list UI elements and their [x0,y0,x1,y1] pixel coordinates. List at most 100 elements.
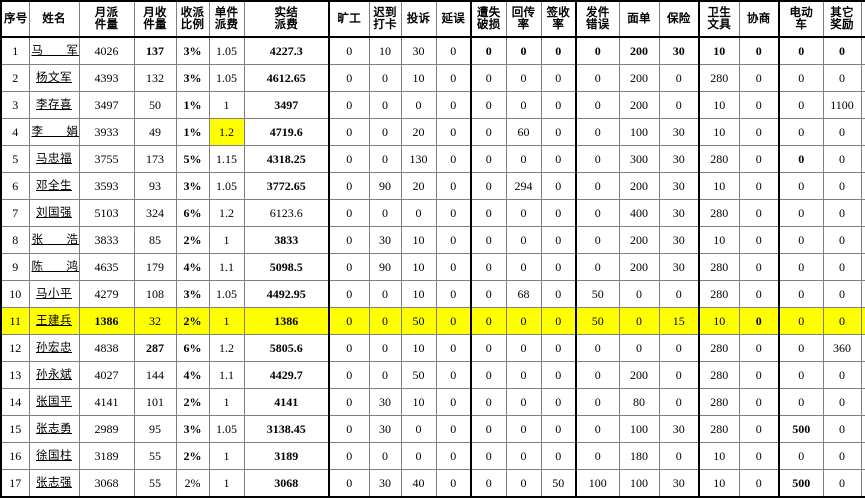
cell-lost[interactable]: 0 [470,145,507,173]
cell-mrecv[interactable]: 85 [133,226,177,254]
cell-mdeliv[interactable]: 4393 [78,64,135,92]
cell-hygiene[interactable]: 280 [698,361,740,389]
column-header-mdeliv[interactable]: 月派 件量 [78,0,135,38]
cell-late[interactable]: 10 [368,36,402,65]
row-index-cell[interactable]: 5 [0,145,30,173]
cell-absent[interactable]: 0 [328,118,370,146]
cell-return[interactable]: 0 [505,415,542,443]
row-index-cell[interactable]: 13 [0,361,30,389]
cell-cod[interactable]: 0 [860,469,865,498]
cell-hygiene[interactable]: 280 [698,334,740,362]
cell-ebike[interactable]: 0 [778,334,824,362]
cell-complain[interactable]: 10 [400,253,437,281]
cell-ebike[interactable]: 0 [778,388,824,416]
cell-unit[interactable]: 1 [208,91,245,119]
cell-late[interactable]: 0 [368,334,402,362]
cell-bill[interactable]: 100 [618,415,660,443]
table-row[interactable]: 2 杨文军 4393 132 3% 1.05 4612.65 0 0 10 0 0 0 0 0 200 0 280… [0,64,865,92]
cell-ebike[interactable]: 0 [778,307,824,335]
cell-complain[interactable]: 0 [400,442,437,470]
cell-late[interactable]: 30 [368,415,402,443]
employee-name-cell[interactable]: 张志勇 [28,415,80,443]
cell-sign[interactable]: 0 [540,361,577,389]
cell-delay[interactable]: 0 [435,253,472,281]
cell-delay[interactable]: 0 [435,199,472,227]
cell-bonus[interactable]: 0 [822,36,862,65]
cell-delay[interactable]: 0 [435,307,472,335]
cell-error[interactable]: 0 [575,91,620,119]
cell-unit[interactable]: 1.2 [208,334,245,362]
cell-insure[interactable]: 0 [658,388,700,416]
cell-error[interactable]: 0 [575,36,620,65]
cell-sign[interactable]: 0 [540,253,577,281]
employee-name-cell[interactable]: 孙永斌 [28,361,80,389]
cell-ratio[interactable]: 2% [175,442,210,470]
cell-sign[interactable]: 0 [540,118,577,146]
cell-return[interactable]: 0 [505,388,542,416]
column-header-name[interactable]: 姓名 [28,0,80,38]
cell-sign[interactable]: 0 [540,36,577,65]
cell-hygiene[interactable]: 10 [698,307,740,335]
cell-ebike[interactable]: 0 [778,253,824,281]
cell-insure[interactable]: 0 [658,64,700,92]
cell-delay[interactable]: 0 [435,442,472,470]
cell-bonus[interactable]: 0 [822,64,862,92]
cell-ratio[interactable]: 6% [175,334,210,362]
cell-late[interactable]: 30 [368,226,402,254]
cell-ratio[interactable]: 2% [175,469,210,498]
row-index-cell[interactable]: 11 [0,307,30,335]
cell-unit[interactable]: 1.2 [208,118,245,146]
cell-return[interactable]: 0 [505,145,542,173]
cell-settle[interactable]: 3833 [243,226,330,254]
cell-bonus[interactable]: 0 [822,199,862,227]
cell-ebike[interactable]: 0 [778,172,824,200]
cell-sign[interactable]: 50 [540,469,577,498]
cell-insure[interactable]: 0 [658,91,700,119]
column-header-lost[interactable]: 遭失 破损 [470,0,507,38]
cell-ratio[interactable]: 2% [175,388,210,416]
cell-delay[interactable]: 0 [435,36,472,65]
row-index-cell[interactable]: 17 [0,469,30,498]
cell-hygiene[interactable]: 10 [698,469,740,498]
cell-sign[interactable]: 0 [540,442,577,470]
cell-error[interactable]: 0 [575,145,620,173]
column-header-late[interactable]: 迟到 打卡 [368,0,402,38]
row-index-cell[interactable]: 12 [0,334,30,362]
cell-delay[interactable]: 0 [435,280,472,308]
column-header-cod[interactable]: 到付代收 [860,0,865,38]
cell-unit[interactable]: 1.05 [208,415,245,443]
cell-ratio[interactable]: 2% [175,307,210,335]
table-body[interactable]: 1马 军 4026 137 3% 1.05 4227.3 0 10 30 0 0 0 0 0 200 30 10… [0,36,865,498]
cell-hygiene[interactable]: 10 [698,172,740,200]
cell-insure[interactable]: 30 [658,172,700,200]
employee-name-cell[interactable]: 刘国强 [28,199,80,227]
cell-bonus[interactable]: 0 [822,253,862,281]
cell-lost[interactable]: 0 [470,226,507,254]
cell-delay[interactable]: 0 [435,361,472,389]
cell-negot[interactable]: 0 [738,469,780,498]
cell-delay[interactable]: 0 [435,118,472,146]
cell-absent[interactable]: 0 [328,307,370,335]
cell-ratio[interactable]: 3% [175,415,210,443]
cell-lost[interactable]: 0 [470,64,507,92]
employee-name-cell[interactable]: 陈 鸿 [28,253,80,281]
cell-complain[interactable]: 20 [400,118,437,146]
cell-negot[interactable]: 0 [738,36,780,65]
row-index-cell[interactable]: 16 [0,442,30,470]
cell-bonus[interactable]: 0 [822,442,862,470]
cell-mrecv[interactable]: 173 [133,145,177,173]
cell-bill[interactable]: 80 [618,388,660,416]
cell-mdeliv[interactable]: 4635 [78,253,135,281]
cell-cod[interactable]: 243 [860,253,865,281]
row-index-cell[interactable]: 1 [0,36,30,65]
cell-absent[interactable]: 0 [328,415,370,443]
cell-ratio[interactable]: 4% [175,253,210,281]
cell-lost[interactable]: 0 [470,334,507,362]
cell-sign[interactable]: 0 [540,91,577,119]
cell-lost[interactable]: 0 [470,172,507,200]
row-index-cell[interactable]: 8 [0,226,30,254]
column-header-ratio[interactable]: 收派 比例 [175,0,210,38]
table-row[interactable]: 5 马忠福 3755 173 5% 1.15 4318.25 0 0 130 0 0 0 0 0 300 30 2… [0,145,865,173]
table-row[interactable]: 12 孙宏忠 4838 287 6% 1.2 5805.6 0 0 10 0 0 0 0 0 0 0 280 0 0 3… [0,334,865,362]
cell-absent[interactable]: 0 [328,388,370,416]
